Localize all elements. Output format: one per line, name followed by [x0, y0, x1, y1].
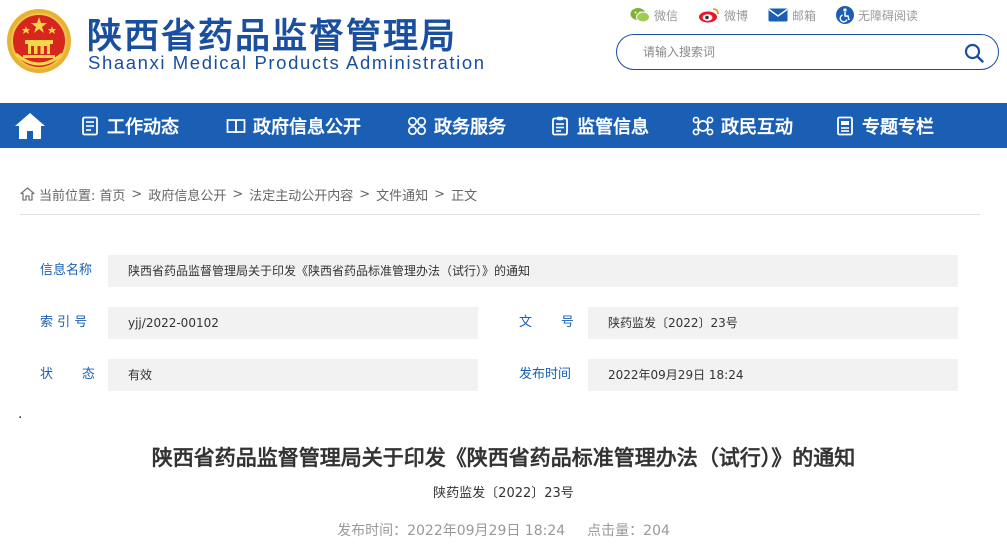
weibo-label: 微博: [724, 8, 749, 23]
clicks-label: 点击量：: [587, 523, 644, 539]
article-meta: 发布时间：2022年09月29日 18:24 点击量：204: [0, 520, 1007, 540]
home-icon: [15, 112, 45, 139]
accessibility-label: 无障碍阅读: [858, 8, 919, 23]
article-title: 陕西省药品监督管理局关于印发《陕西省药品标准管理办法（试行）》的通知: [151, 446, 856, 470]
breadcrumb-separator: >: [434, 186, 446, 202]
site-title-english: Shaanxi Medical Products Administration: [88, 52, 486, 73]
clipboard-icon: [552, 116, 568, 135]
folder-icon: [837, 116, 853, 135]
info-index-value: yjj/2022-00102: [108, 307, 478, 339]
search-bar: [616, 34, 999, 70]
breadcrumb-item-statutory[interactable]: 法定主动公开内容: [249, 185, 353, 204]
breadcrumb-separator: >: [232, 186, 244, 202]
nav-label: 政府信息公开: [253, 116, 361, 138]
info-docno-label: 文 号: [519, 315, 574, 330]
mail-label: 邮箱: [792, 8, 817, 23]
top-links: 微信 微博 邮箱 无障碍阅读: [630, 4, 918, 26]
nav-label: 工作动态: [107, 116, 179, 138]
site-header: 陕西省药品监督管理局 Shaanxi Medical Products Admi…: [0, 0, 1007, 103]
main-nav: 工作动态 政府信息公开 政务服务 监管信息 政民互动 专题专栏: [0, 103, 1007, 148]
weibo-link[interactable]: 微博: [698, 7, 748, 24]
wechat-label: 微信: [654, 8, 679, 23]
interaction-icon: [692, 116, 714, 135]
home-icon: [20, 187, 35, 201]
info-date-value: 2022年09月29日 18:24: [588, 359, 958, 391]
nav-item-interaction[interactable]: 政民互动: [692, 103, 793, 148]
list-icon: [82, 116, 98, 135]
national-emblem-icon[interactable]: [6, 8, 72, 74]
nav-item-gov-info[interactable]: 政府信息公开: [226, 103, 361, 148]
breadcrumb-prefix: 当前位置:: [39, 188, 96, 204]
breadcrumb-item-current: 正文: [451, 188, 478, 204]
nav-item-supervision[interactable]: 监管信息: [550, 103, 649, 148]
wechat-link[interactable]: 微信: [630, 7, 678, 24]
info-status-label: 状 态: [40, 367, 95, 382]
breadcrumb-separator: >: [359, 186, 371, 202]
search-icon[interactable]: [964, 43, 984, 63]
search-input[interactable]: [643, 42, 943, 62]
clicks-value: 204: [643, 523, 670, 539]
accessibility-link[interactable]: 无障碍阅读: [836, 6, 918, 24]
book-icon: [226, 118, 246, 133]
wechat-icon: [630, 8, 650, 23]
breadcrumb-item-home[interactable]: 首页: [99, 185, 125, 204]
stray-mark: .: [18, 406, 23, 422]
nav-label: 专题专栏: [862, 116, 934, 138]
breadcrumb-item-notices[interactable]: 文件通知: [376, 185, 428, 204]
publish-time-label: 发布时间：: [337, 523, 408, 539]
nav-item-gov-service[interactable]: 政务服务: [407, 103, 506, 148]
info-date-label: 发布时间: [519, 367, 572, 382]
weibo-icon: [699, 8, 719, 23]
info-status-value: 有效: [108, 359, 478, 391]
publish-time-value: 2022年09月29日 18:24: [407, 523, 566, 539]
nav-home[interactable]: [0, 103, 60, 148]
mail-icon: [768, 8, 788, 22]
accessibility-icon: [836, 6, 855, 24]
info-index-label: 索 引 号: [40, 315, 88, 330]
info-name-label: 信息名称: [40, 263, 93, 278]
nav-item-work-news[interactable]: 工作动态: [80, 103, 179, 148]
mail-link[interactable]: 邮箱: [768, 7, 816, 24]
breadcrumb-divider: [20, 214, 980, 215]
breadcrumb: 当前位置: 首页 > 政府信息公开 > 法定主动公开内容 > 文件通知 > 正文: [20, 185, 478, 204]
nav-label: 监管信息: [577, 116, 649, 138]
breadcrumb-item-gov-info[interactable]: 政府信息公开: [148, 185, 226, 204]
breadcrumb-separator: >: [131, 186, 143, 202]
nav-label: 政务服务: [434, 116, 506, 138]
info-name-value: 陕西省药品监督管理局关于印发《陕西省药品标准管理办法（试行）》的通知: [108, 255, 958, 287]
nav-item-special-topics[interactable]: 专题专栏: [835, 103, 934, 148]
grid-icon: [407, 116, 427, 135]
nav-label: 政民互动: [721, 116, 793, 138]
article-doc-number: 陕药监发〔2022〕23号: [433, 486, 574, 501]
info-docno-value: 陕药监发〔2022〕23号: [588, 307, 958, 339]
